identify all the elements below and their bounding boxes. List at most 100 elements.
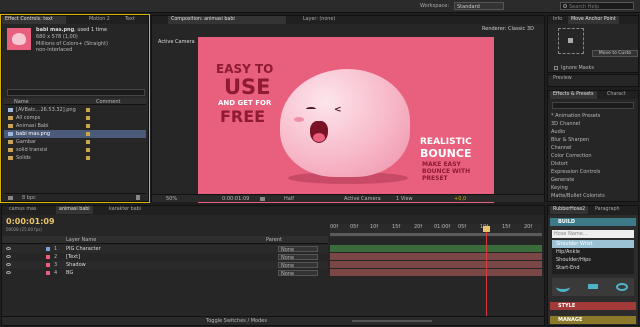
effects-item[interactable]: Generate [551, 176, 637, 184]
view-dropdown[interactable]: 1 View [396, 196, 413, 202]
col-name[interactable]: Name [14, 99, 29, 105]
tab-animasi-babi[interactable]: animasi babi [56, 206, 93, 214]
playhead-handle[interactable] [483, 226, 490, 232]
project-search-input[interactable] [7, 89, 145, 96]
zoom-slider[interactable] [352, 320, 432, 322]
parent-dropdown[interactable]: None [278, 246, 318, 253]
tab-motion-2[interactable]: Motion 2 [86, 16, 113, 24]
trash-icon[interactable] [136, 195, 140, 200]
tab-karakter-babi[interactable]: karakter babi [106, 206, 144, 214]
hose-item-selected[interactable]: Shoulder Wrist [552, 240, 634, 248]
layer-name[interactable]: PIG Character [66, 245, 101, 253]
parent-dropdown[interactable]: None [278, 254, 318, 261]
hose-item[interactable]: Hip/Ankle [552, 248, 634, 256]
camera-icon[interactable] [260, 197, 265, 201]
eye-icon[interactable] [6, 247, 11, 250]
eye-icon[interactable] [6, 271, 11, 274]
layer-name[interactable]: [Text] [66, 253, 80, 261]
layer-row[interactable]: 2 [Text] None [2, 253, 328, 261]
comp-canvas[interactable]: EASY TO USE AND GET FOR FREE < REALISTIC… [198, 37, 494, 203]
layer-bar-4[interactable] [330, 269, 542, 276]
camera-dropdown[interactable]: Active Camera [344, 196, 381, 202]
layer-bar-1[interactable] [330, 245, 542, 252]
list-item[interactable]: Solids [4, 154, 146, 162]
anchor-center[interactable] [568, 38, 573, 43]
move-to-custom-button[interactable]: Move to Custo [592, 50, 638, 57]
search-icon [563, 4, 567, 8]
effects-item[interactable]: * Animation Presets [551, 112, 637, 120]
effects-item[interactable]: Channel [551, 144, 637, 152]
tab-preview[interactable]: Preview [550, 75, 575, 83]
col-layer-name[interactable]: Layer Name [66, 237, 96, 243]
tab-effects-presets[interactable]: Effects & Presets [550, 91, 597, 99]
parent-dropdown[interactable]: None [278, 262, 318, 269]
layer-bar-2[interactable] [330, 253, 542, 260]
effects-item[interactable]: Keying [551, 184, 637, 192]
manage-header[interactable]: MANAGE [550, 316, 636, 324]
hose-settings-icon[interactable] [616, 283, 628, 291]
layer-color-label[interactable] [46, 247, 50, 251]
effects-item[interactable]: Audio [551, 128, 637, 136]
search-help-input[interactable]: Search Help [560, 2, 634, 10]
eye-icon[interactable] [6, 255, 11, 258]
renderer-label[interactable]: Renderer: Classic 3D [482, 26, 534, 32]
list-item[interactable]: [AVBatc...26.53.32].png [4, 106, 146, 114]
layer-name[interactable]: BG [66, 269, 73, 277]
hose-item[interactable]: Shoulder/Hips [552, 256, 634, 264]
layer-row[interactable]: 1 PIG Character None [2, 245, 328, 253]
layer-color-label[interactable] [46, 271, 50, 275]
current-time-indicator[interactable] [486, 226, 487, 324]
tab-rubberhose[interactable]: RubberHose2 [550, 206, 589, 214]
effects-item[interactable]: 3D Channel [551, 120, 637, 128]
tab-effect-controls[interactable]: Effect Controls: text [2, 16, 66, 24]
new-hose-icon[interactable] [556, 282, 570, 292]
tab-text[interactable]: Text [122, 16, 138, 24]
resolution-dropdown[interactable]: Half [284, 196, 294, 202]
list-item[interactable]: Gambar [4, 138, 146, 146]
col-comment[interactable]: Comment [96, 99, 121, 105]
toggle-switches-modes[interactable]: Toggle Switches / Modes [206, 318, 267, 324]
effects-item[interactable]: Color Correction [551, 152, 637, 160]
layer-bar-3[interactable] [330, 261, 542, 268]
layer-color-label[interactable] [46, 263, 50, 267]
effects-item[interactable]: Distort [551, 160, 637, 168]
effects-item[interactable]: Expression Controls [551, 168, 637, 176]
effects-item[interactable]: Matte/Bullet Colorists [551, 192, 637, 200]
tab-composition[interactable]: Composition: animasi babi [168, 16, 286, 24]
layer-name[interactable]: Shadow [66, 261, 86, 269]
easy-text-1: EASY TO [216, 62, 274, 76]
tab-camus-mas[interactable]: camus mas [6, 206, 39, 214]
current-time[interactable]: 0:00:01:09 [222, 196, 249, 202]
layer-color-label[interactable] [46, 255, 50, 259]
hose-item[interactable]: Start-End [552, 264, 634, 272]
timeline-timecode[interactable]: 0:00:01:09 [6, 217, 55, 226]
tab-layer[interactable]: Layer: (none) [300, 16, 338, 24]
zoom-dropdown[interactable]: 50% [166, 196, 177, 202]
workspace-dropdown[interactable]: Standard [454, 2, 504, 10]
list-item-selected[interactable]: babi mas.png [4, 130, 146, 138]
parent-dropdown[interactable]: None [278, 270, 318, 277]
exposure-value[interactable]: +0,0 [454, 196, 466, 202]
time-ruler[interactable]: 00f 05f 10f 15f 20f 01:00f 05f 10f 15f 2… [330, 224, 542, 238]
layer-row[interactable]: 4 BG None [2, 269, 328, 277]
tab-paragraph[interactable]: Paragraph [592, 206, 623, 214]
eye-icon[interactable] [6, 263, 11, 266]
tab-info[interactable]: Info [550, 16, 565, 24]
work-area-bar[interactable] [330, 233, 542, 236]
list-item[interactable]: solid transisi [4, 146, 146, 154]
list-item[interactable]: Animasi Babi [4, 122, 146, 130]
col-parent[interactable]: Parent [266, 237, 282, 243]
hose-tool-icon[interactable] [588, 284, 598, 289]
layer-row[interactable]: 3 Shadow None [2, 261, 328, 269]
effects-search-input[interactable] [552, 102, 634, 109]
hose-name-input[interactable]: Hose Name... [552, 230, 634, 238]
style-header[interactable]: STYLE [550, 302, 636, 310]
bpc-label[interactable]: 8 bpc [22, 195, 36, 201]
tab-character[interactable]: Charact [604, 91, 629, 99]
list-item[interactable]: All comps [4, 114, 146, 122]
effects-item[interactable]: Blur & Sharpen [551, 136, 637, 144]
build-header[interactable]: BUILD [550, 218, 636, 226]
new-folder-icon[interactable] [8, 196, 13, 200]
ignore-masks-checkbox[interactable] [554, 66, 558, 70]
tab-move-anchor[interactable]: Move Anchor Point [568, 16, 619, 24]
